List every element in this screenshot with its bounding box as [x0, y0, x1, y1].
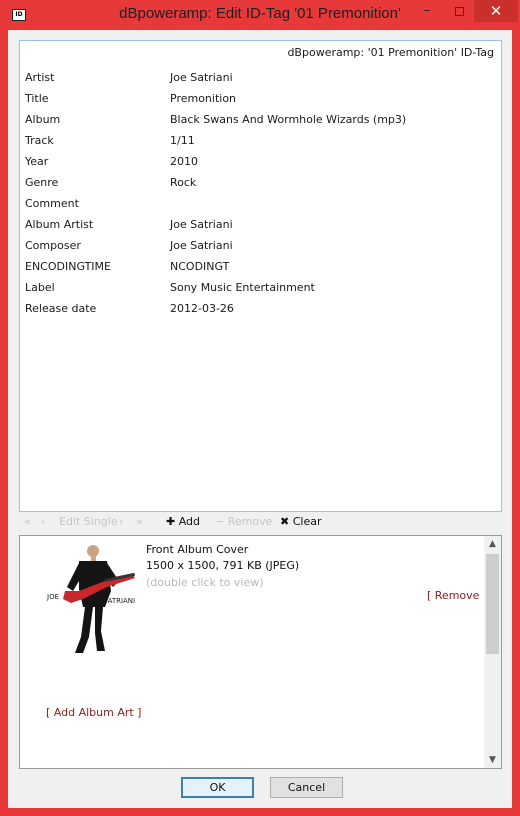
- tag-row-composer[interactable]: Composer Joe Satriani: [25, 236, 495, 257]
- ok-button[interactable]: OK: [181, 777, 254, 798]
- tag-row-album-artist[interactable]: Album Artist Joe Satriani: [25, 215, 495, 236]
- first-record-button[interactable]: «: [24, 515, 31, 528]
- maximize-button[interactable]: [444, 0, 474, 22]
- tag-field-value[interactable]: Rock: [170, 176, 196, 189]
- add-album-art-link[interactable]: [ Add Album Art ]: [46, 706, 141, 719]
- minimize-button[interactable]: –: [412, 0, 442, 22]
- tag-row-album[interactable]: Album Black Swans And Wormhole Wizards (…: [25, 110, 495, 131]
- tag-row-title[interactable]: Title Premonition: [25, 89, 495, 110]
- tag-field-value[interactable]: Joe Satriani: [170, 218, 233, 231]
- album-art-dimensions: 1500 x 1500, 791 KB (JPEG): [146, 559, 300, 572]
- tag-field-value[interactable]: Joe Satriani: [170, 71, 233, 84]
- album-art-scrollbar[interactable]: ▲ ▼: [484, 536, 501, 768]
- tag-row-comment[interactable]: Comment: [25, 194, 495, 215]
- cover-artist-last: SATRIANI: [103, 597, 135, 605]
- cover-artist-first: JOE: [46, 593, 59, 601]
- scroll-up-icon[interactable]: ▲: [484, 536, 501, 552]
- cancel-button[interactable]: Cancel: [270, 777, 343, 798]
- tag-field-value[interactable]: Premonition: [170, 92, 236, 105]
- next-record-button[interactable]: ›: [119, 515, 123, 528]
- tag-field-name: Album Artist: [25, 218, 94, 231]
- tag-field-name: Album: [25, 113, 61, 126]
- album-cover-thumbnail[interactable]: JOE SATRIANI: [45, 541, 145, 659]
- tag-field-name: Title: [25, 92, 49, 105]
- tag-panel: dBpoweramp: '01 Premonition' ID-Tag Arti…: [19, 40, 502, 512]
- maximize-icon: [454, 7, 464, 16]
- last-record-button[interactable]: »: [136, 515, 143, 528]
- tag-row-encodingtime[interactable]: ENCODINGTIME NCODINGT: [25, 257, 495, 278]
- tag-field-name: Artist: [25, 71, 55, 84]
- tag-row-year[interactable]: Year 2010: [25, 152, 495, 173]
- remove-album-art-link[interactable]: [ Remove ]: [427, 589, 487, 602]
- album-art-panel: JOE SATRIANI Front Album Cover 1500 x 15…: [19, 535, 502, 769]
- tag-field-name: Release date: [25, 302, 97, 315]
- tag-field-value[interactable]: 1/11: [170, 134, 195, 147]
- dialog-body: dBpoweramp: '01 Premonition' ID-Tag Arti…: [8, 30, 512, 808]
- tag-field-value[interactable]: 2012-03-26: [170, 302, 234, 315]
- tag-field-value[interactable]: Black Swans And Wormhole Wizards (mp3): [170, 113, 406, 126]
- remove-field-button[interactable]: − Remove: [215, 515, 272, 528]
- close-button[interactable]: ✕: [474, 0, 518, 22]
- album-art-title: Front Album Cover: [146, 543, 249, 556]
- tag-field-list: Artist Joe Satriani Title Premonition Al…: [25, 68, 495, 320]
- tag-panel-header: dBpoweramp: '01 Premonition' ID-Tag: [287, 46, 494, 59]
- tag-toolbar: « ‹ Edit Single › » ✚ Add − Remove ✖ Cle…: [19, 513, 502, 531]
- title-bar[interactable]: ID dBpoweramp: Edit ID-Tag '01 Premoniti…: [0, 0, 520, 30]
- scroll-thumb[interactable]: [486, 554, 499, 654]
- tag-field-name: Track: [25, 134, 54, 147]
- tag-field-name: Label: [25, 281, 55, 294]
- tag-field-name: Genre: [25, 176, 59, 189]
- tag-field-name: ENCODINGTIME: [25, 260, 111, 273]
- previous-record-button[interactable]: ‹: [41, 515, 45, 528]
- album-art-hint: (double click to view): [146, 576, 264, 589]
- tag-field-value[interactable]: Sony Music Entertainment: [170, 281, 315, 294]
- tag-field-name: Year: [25, 155, 49, 168]
- tag-row-release-date[interactable]: Release date 2012-03-26: [25, 299, 495, 320]
- tag-field-name: Comment: [25, 197, 79, 210]
- tag-field-name: Composer: [25, 239, 81, 252]
- clear-button[interactable]: ✖ Clear: [280, 515, 321, 528]
- tag-row-genre[interactable]: Genre Rock: [25, 173, 495, 194]
- tag-field-value[interactable]: 2010: [170, 155, 198, 168]
- tag-row-track[interactable]: Track 1/11: [25, 131, 495, 152]
- tag-row-label[interactable]: Label Sony Music Entertainment: [25, 278, 495, 299]
- tag-field-value[interactable]: NCODINGT: [170, 260, 229, 273]
- scroll-down-icon[interactable]: ▼: [484, 752, 501, 768]
- edit-id-tag-window: ID dBpoweramp: Edit ID-Tag '01 Premoniti…: [0, 0, 520, 816]
- tag-row-artist[interactable]: Artist Joe Satriani: [25, 68, 495, 89]
- edit-single-button[interactable]: Edit Single: [59, 515, 118, 528]
- add-field-button[interactable]: ✚ Add: [166, 515, 200, 528]
- tag-field-value[interactable]: Joe Satriani: [170, 239, 233, 252]
- window-title: dBpoweramp: Edit ID-Tag '01 Premonition': [119, 5, 401, 22]
